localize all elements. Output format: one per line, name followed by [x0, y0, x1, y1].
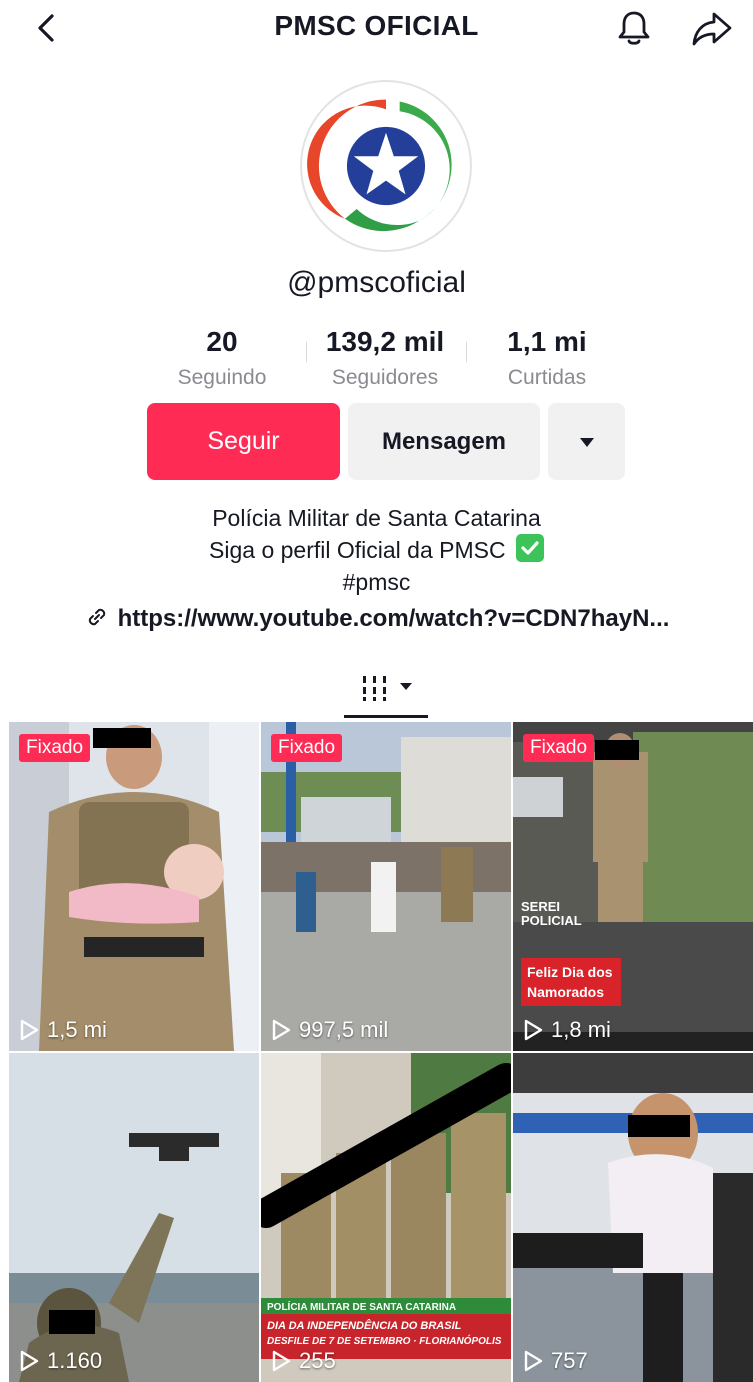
redaction-bar [595, 740, 639, 760]
video-thumbnail[interactable]: 1.160 [9, 1053, 259, 1382]
video-grid: Fixado 1,5 mi Fixado 997,5 mil Fixado SE… [0, 720, 753, 1382]
divider [306, 342, 307, 362]
play-icon [20, 1019, 39, 1041]
caret-down-icon [579, 437, 594, 447]
play-icon [20, 1350, 39, 1372]
profile-stats: 20 Seguindo 139,2 mil Seguidores 1,1 mi … [160, 326, 600, 396]
pinned-badge: Fixado [523, 734, 595, 762]
tab-videos[interactable] [344, 666, 428, 716]
pinned-badge: Fixado [19, 734, 91, 762]
bio-line: Siga o perfil Oficial da PMSC [209, 537, 506, 563]
stat-following-value: 20 [206, 326, 238, 357]
profile-link[interactable]: https://www.youtube.com/watch?v=CDN7hayN… [0, 604, 753, 633]
bio-line-verified: Siga o perfil Oficial da PMSC [0, 534, 753, 566]
divider [466, 342, 467, 362]
video-thumbnail[interactable]: Fixado SEREI POLICIAL Feliz Dia dos Namo… [513, 722, 753, 1051]
overlay-small-text: SEREI POLICIAL [521, 899, 582, 928]
bio-hashtag[interactable]: #pmsc [0, 566, 753, 598]
stat-followers[interactable]: 139,2 mil Seguidores [315, 326, 455, 390]
video-image [513, 1053, 753, 1382]
more-options-button[interactable] [548, 403, 625, 480]
video-thumbnail[interactable]: 757 [513, 1053, 753, 1382]
link-icon [88, 608, 105, 626]
redaction-bar [628, 1115, 690, 1137]
view-count-text: 1,5 mi [47, 1017, 107, 1042]
redaction-bar [93, 728, 151, 748]
active-tab-indicator [344, 715, 428, 718]
bell-icon[interactable] [614, 8, 654, 48]
view-count-text: 255 [299, 1348, 336, 1373]
video-banner-line: DIA DA INDEPENDÊNCIA DO BRASIL [267, 1320, 462, 1332]
view-count: 255 [271, 1348, 336, 1374]
stat-likes[interactable]: 1,1 mi Curtidas [477, 326, 617, 390]
play-icon [272, 1350, 291, 1372]
stat-following[interactable]: 20 Seguindo [152, 326, 292, 390]
redaction-bar [49, 1310, 95, 1334]
video-image [261, 722, 511, 1051]
overlay-caption: Feliz Dia dos Namorados [521, 958, 621, 1006]
grid-icon [363, 676, 412, 701]
bio-line: Polícia Militar de Santa Catarina [212, 505, 541, 531]
view-count: 1,5 mi [19, 1017, 107, 1043]
share-arrow-icon[interactable] [690, 8, 734, 48]
view-count: 757 [523, 1348, 588, 1374]
play-icon [524, 1019, 543, 1041]
view-count: 997,5 mil [271, 1017, 388, 1043]
profile-bio: Polícia Militar de Santa Catarina Siga o… [0, 502, 753, 598]
pmsc-logo [307, 99, 452, 232]
message-button[interactable]: Mensagem [348, 403, 540, 480]
view-count: 1,8 mi [523, 1017, 611, 1043]
stat-likes-label: Curtidas [507, 366, 587, 389]
view-count-text: 1,8 mi [551, 1017, 611, 1042]
video-image [9, 1053, 259, 1382]
content-tabs [0, 660, 753, 720]
stat-followers-label: Seguidores [331, 366, 439, 389]
view-count-text: 757 [551, 1348, 588, 1373]
play-icon [524, 1350, 543, 1372]
view-count: 1.160 [19, 1348, 102, 1374]
video-thumbnail[interactable]: Fixado 1,5 mi [9, 722, 259, 1051]
video-banner-line: DESFILE DE 7 DE SETEMBRO · FLORIANÓPOLIS [267, 1336, 502, 1347]
view-count-text: 997,5 mil [299, 1017, 389, 1042]
video-thumbnail[interactable]: Fixado 997,5 mil [261, 722, 511, 1051]
video-banner-top: POLÍCIA MILITAR DE SANTA CATARINA [267, 1302, 457, 1313]
stat-followers-value: 139,2 mil [325, 326, 445, 357]
video-image [9, 722, 259, 1051]
play-icon [272, 1019, 291, 1041]
view-count-text: 1.160 [47, 1348, 103, 1373]
stat-following-label: Seguindo [177, 366, 267, 389]
profile-handle: @pmscoficial [287, 266, 466, 299]
pinned-badge: Fixado [271, 734, 343, 762]
profile-link-text: https://www.youtube.com/watch?v=CDN7hayN… [117, 605, 670, 632]
avatar[interactable] [300, 80, 472, 252]
follow-button[interactable]: Seguir [147, 403, 340, 480]
check-mark-icon [515, 534, 544, 562]
stat-likes-value: 1,1 mi [507, 326, 587, 357]
top-bar: PMSC OFICIAL [0, 0, 753, 56]
video-thumbnail[interactable]: POLÍCIA MILITAR DE SANTA CATARINA DIA DA… [261, 1053, 511, 1382]
